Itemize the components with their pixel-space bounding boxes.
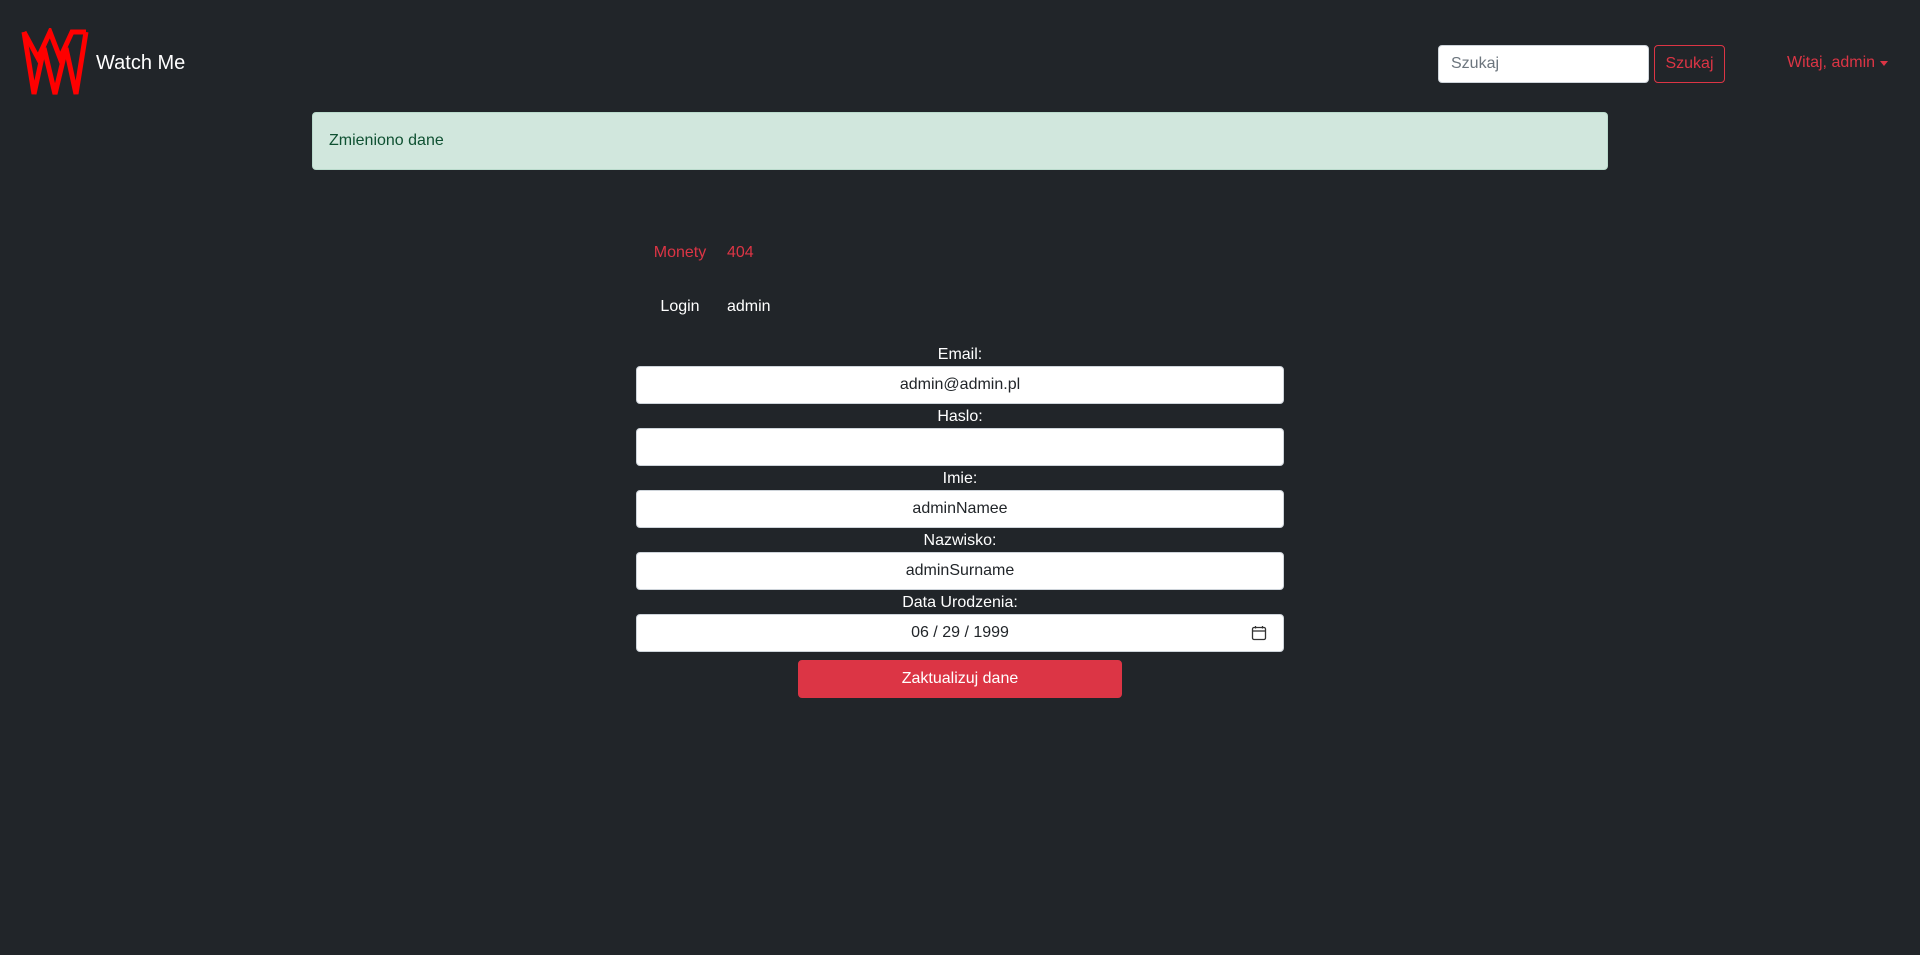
coins-value: 404 [727,244,754,261]
brand-link[interactable]: Watch Me [20,28,185,98]
search-button[interactable]: Szukaj [1654,45,1725,83]
password-label: Haslo: [937,408,983,425]
first-name-field[interactable] [636,490,1284,528]
birth-date-label: Data Urodzenia: [902,594,1018,611]
password-field[interactable] [636,428,1284,466]
birth-date-field[interactable]: 06 / 29 / 1999 [636,614,1284,652]
login-value: admin [727,298,771,315]
search-input[interactable] [1438,45,1649,83]
update-data-button[interactable]: Zaktualizuj dane [798,660,1122,698]
login-row: Login admin [633,298,771,316]
birth-date-value: 06 / 29 / 1999 [911,624,1009,641]
coins-row: Monety 404 [633,244,754,262]
email-label: Email: [937,346,983,363]
login-label: Login [660,298,700,315]
calendar-icon[interactable] [1251,625,1267,641]
alert-message: Zmieniono dane [329,132,444,149]
first-name-label: Imie: [942,470,978,487]
last-name-field[interactable] [636,552,1284,590]
navbar: Watch Me Szukaj Witaj, admin [0,0,1920,112]
watch-me-logo-icon [21,28,89,95]
last-name-label: Nazwisko: [923,532,997,549]
success-alert: Zmieniono dane [312,112,1608,170]
email-field[interactable] [636,366,1284,404]
caret-down-icon [1880,60,1889,66]
profile-form: Email: Haslo: Imie: Nazwisko: Data Urodz… [636,344,1284,698]
user-menu-dropdown[interactable]: Witaj, admin [1787,54,1889,72]
brand-name: Watch Me [96,51,186,74]
user-greeting: Witaj, admin [1787,54,1876,71]
coins-label: Monety [653,244,707,261]
search-form: Szukaj [1438,45,1725,83]
